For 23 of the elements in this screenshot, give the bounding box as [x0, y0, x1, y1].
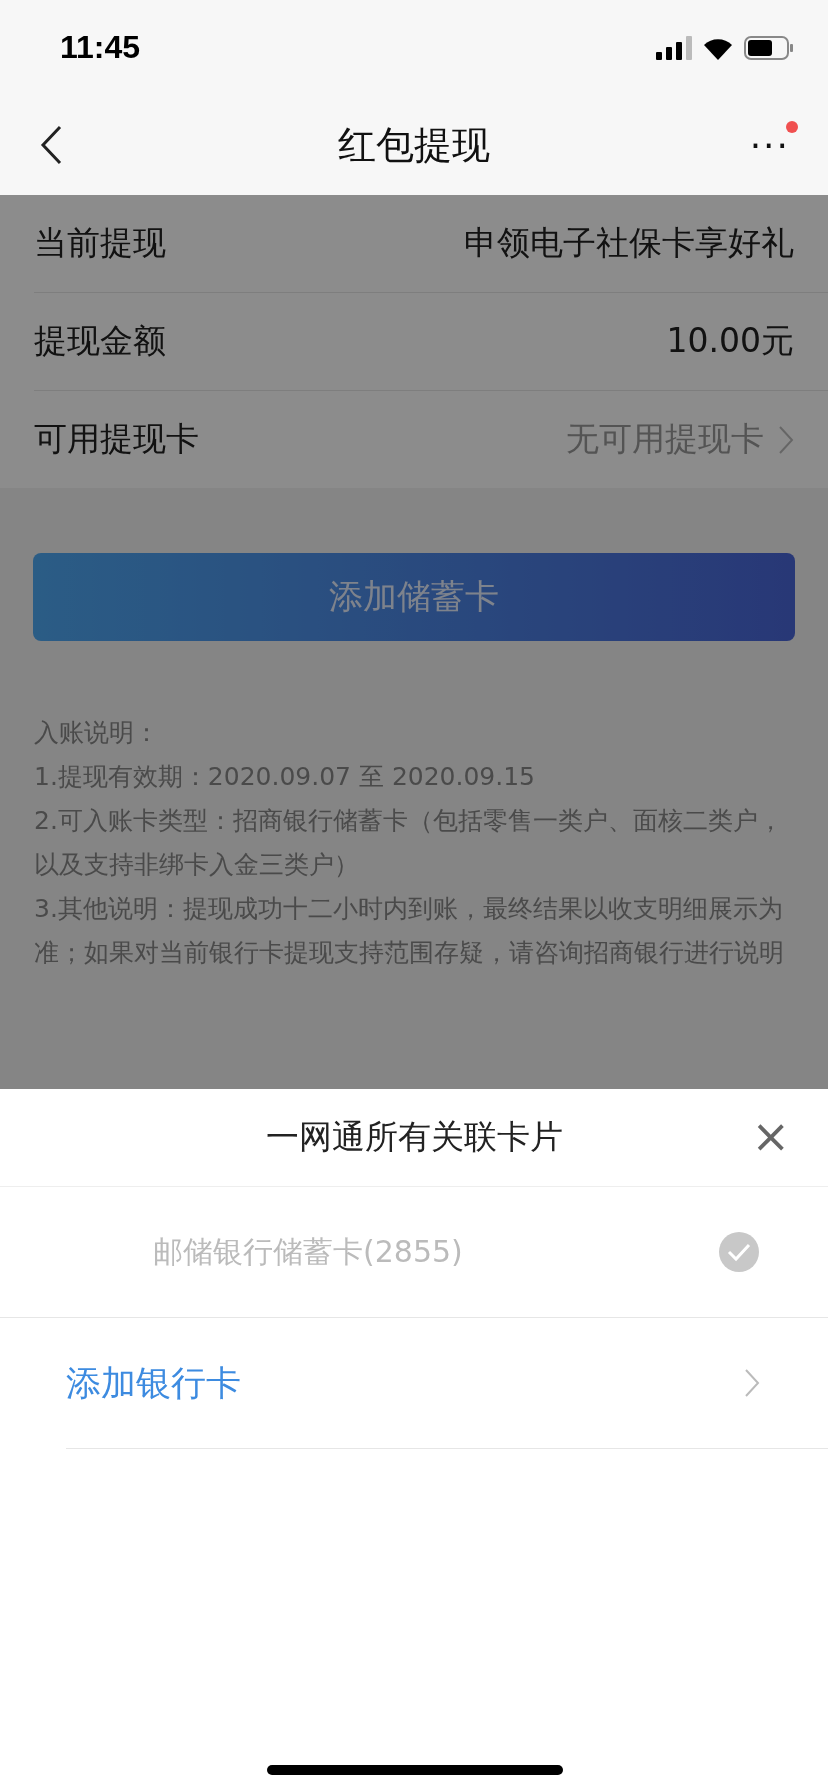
add-bank-card-link[interactable]: 添加银行卡 [66, 1359, 241, 1407]
chevron-icon [778, 424, 794, 455]
note-text: 2.可入账卡类型：招商银行储蓄卡（包括零售一类户、面核二类户，以及支持非绑卡入金三类户） [34, 805, 784, 881]
battery-icon [744, 35, 794, 60]
notes-heading: 入账说明： [34, 717, 160, 749]
signal-icon [656, 35, 692, 60]
close-button[interactable]: × [745, 1111, 796, 1161]
add-debit-card-button[interactable]: 添加储蓄卡 [33, 553, 795, 641]
row-value: 申领电子社保卡享好礼 [464, 222, 794, 264]
card-option[interactable]: 邮储银行储蓄卡(2855) [153, 1231, 463, 1273]
row-label: 可用提现卡 [34, 418, 199, 460]
note-text: 1.提现有效期：2020.09.07 至 2020.09.15 [34, 761, 537, 793]
sheet-title: 一网通所有关联卡片 [265, 1116, 563, 1158]
status-time: 11:45 [60, 29, 141, 66]
back-button[interactable] [40, 125, 62, 165]
chevron-icon [744, 1368, 760, 1398]
page-title: 红包提现 [338, 122, 490, 167]
row-value: 10.00元 [666, 320, 794, 362]
note-text: 3.其他说明：提现成功十二小时内到账，最终结果以收支明细展示为准；如果对当前银行卡提现支持范围存疑，请咨询招商银行进行说明 [34, 893, 785, 969]
row-label: 当前提现 [34, 222, 166, 264]
row-label: 提现金额 [34, 320, 166, 362]
more-button[interactable]: ··· [741, 124, 798, 166]
row-value[interactable]: 无可用提现卡 [566, 417, 764, 462]
